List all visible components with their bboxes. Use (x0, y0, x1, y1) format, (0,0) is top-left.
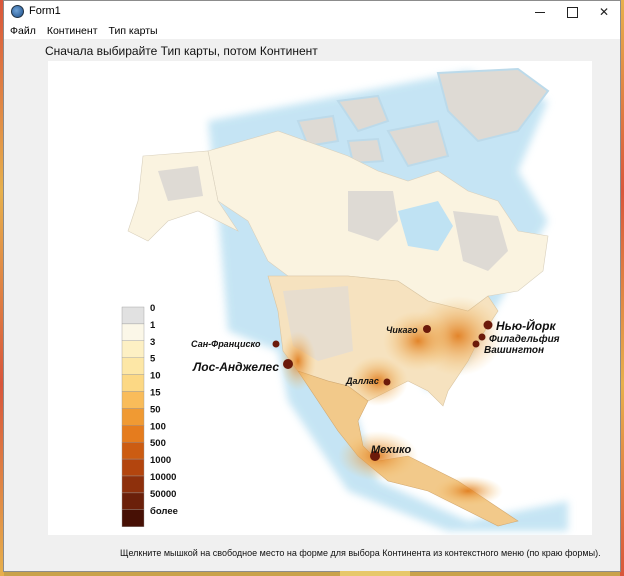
population-density-map: 0 1 3 5 10 15 50 100 500 1000 10000 50000 более Сан-… (121, 67, 568, 531)
city-label-chicago: Чикаго (386, 325, 418, 335)
city-marker-la (283, 359, 293, 369)
legend-label-7: 100 (150, 421, 166, 432)
city-marker-dallas (383, 378, 391, 386)
legend-swatch-0 (121, 306, 145, 325)
close-button[interactable]: ✕ (588, 1, 620, 23)
city-marker-philadelphia (478, 333, 486, 341)
legend-swatch-3 (121, 357, 145, 375)
legend-label-8: 500 (150, 438, 166, 449)
legend-label-6: 50 (150, 404, 161, 415)
window-title: Form1 (29, 5, 61, 17)
legend-label-10: 10000 (150, 472, 176, 483)
legend-label-12: более (150, 506, 178, 517)
city-label-dallas: Даллас (345, 376, 379, 386)
city-marker-washington (472, 340, 480, 348)
legend-label-4: 10 (150, 371, 161, 382)
legend-label-2: 3 (150, 337, 155, 348)
legend-label-9: 1000 (150, 455, 171, 466)
city-marker-chicago (423, 325, 431, 333)
legend-swatch-9 (121, 458, 145, 477)
legend-swatch-6 (121, 408, 145, 426)
city-label-la: Лос-Анджелес (192, 360, 279, 374)
map-panel[interactable]: 0 1 3 5 10 15 50 100 500 1000 10000 50000 более Сан-… (48, 61, 592, 535)
legend-swatch-11 (121, 492, 145, 510)
legend-swatch-8 (121, 442, 145, 460)
city-label-mexico: Мехико (371, 444, 412, 456)
maximize-button[interactable] (556, 1, 588, 23)
legend-label-1: 1 (150, 320, 156, 331)
legend-label-11: 50000 (150, 489, 176, 500)
legend-swatch-12 (121, 509, 145, 527)
legend: 0 1 3 5 10 15 50 100 500 1000 10000 50000 более (121, 303, 178, 527)
legend-swatch-4 (121, 374, 145, 392)
city-marker-sf (272, 340, 280, 348)
city-label-washington: Вашингтон (484, 345, 544, 356)
legend-swatch-2 (121, 340, 145, 358)
menu-bar: Файл Континент Тип карты (4, 23, 620, 39)
minimize-icon (535, 11, 545, 13)
legend-swatch-10 (121, 475, 145, 494)
hint-text: Щелкните мышкой на свободное место на фо… (120, 548, 601, 558)
city-label-ny: Нью-Йорк (496, 317, 556, 333)
minimize-button[interactable] (524, 1, 556, 23)
legend-swatch-1 (121, 323, 145, 341)
close-icon: ✕ (598, 5, 610, 19)
menu-file[interactable]: Файл (4, 23, 41, 39)
city-label-sf: Сан-Франциско (191, 339, 261, 349)
maximize-icon (566, 6, 578, 18)
title-bar[interactable]: Form1 ✕ (4, 1, 620, 23)
legend-swatch-7 (121, 425, 145, 443)
app-window: Form1 ✕ Файл Континент Тип карты Сначала… (3, 0, 621, 572)
legend-swatch-5 (121, 391, 145, 409)
instruction-text: Сначала выбирайте Тип карты, потом Конти… (45, 44, 318, 58)
city-marker-ny (483, 320, 493, 330)
menu-map-type[interactable]: Тип карты (103, 23, 163, 39)
background-strip-bottom (340, 571, 410, 576)
legend-label-3: 5 (150, 354, 156, 365)
legend-label-0: 0 (150, 303, 155, 314)
city-label-philadelphia: Филадельфия (489, 333, 560, 345)
legend-label-5: 15 (150, 388, 161, 399)
app-icon (11, 5, 24, 18)
menu-continent[interactable]: Континент (41, 23, 103, 39)
